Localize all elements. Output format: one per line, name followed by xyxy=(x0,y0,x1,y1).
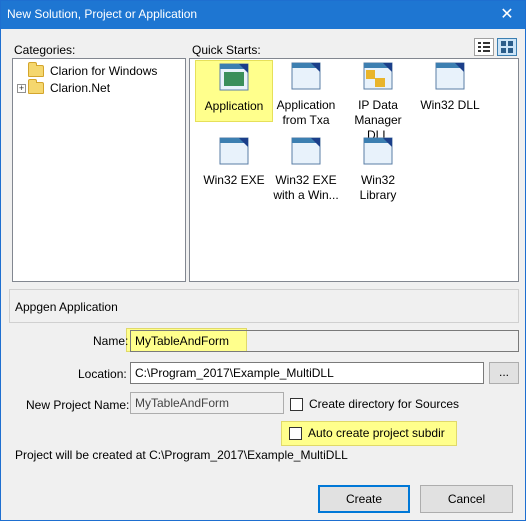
close-icon[interactable]: ✕ xyxy=(497,5,517,25)
application-icon xyxy=(217,61,251,95)
large-icons-view-icon xyxy=(501,41,513,53)
window-title: New Solution, Project or Application xyxy=(7,7,198,21)
title-bar: New Solution, Project or Application ✕ xyxy=(1,1,525,29)
location-label: Location: xyxy=(78,367,127,381)
application-icon xyxy=(289,60,323,94)
create-dir-label: Create directory for Sources xyxy=(309,397,460,411)
window-icon xyxy=(361,135,395,169)
quick-starts-label: Quick Starts: xyxy=(192,43,261,57)
create-button[interactable]: Create xyxy=(318,485,410,513)
list-view-button[interactable] xyxy=(474,38,494,56)
tree-item-label: Clarion.Net xyxy=(50,81,111,95)
dialog-window: New Solution, Project or Application ✕ C… xyxy=(0,0,526,521)
tree-item-clarion-net[interactable]: + Clarion.Net xyxy=(17,79,112,97)
tile-label: Win32 Library xyxy=(359,173,397,202)
project-name-input[interactable]: MyTableAndForm xyxy=(130,392,284,414)
ip-data-manager-icon xyxy=(361,60,395,94)
tile-ip-data-manager-dll[interactable]: IP Data Manager DLL xyxy=(339,60,417,143)
cancel-button[interactable]: Cancel xyxy=(420,485,513,513)
create-dir-checkbox[interactable] xyxy=(290,398,303,411)
quick-starts-panel: Application Application from Txa IP Data… xyxy=(189,58,519,282)
name-input[interactable]: MyTableAndForm xyxy=(130,330,519,352)
location-input[interactable]: C:\Program_2017\Example_MultiDLL xyxy=(130,362,484,384)
window-icon xyxy=(217,135,251,169)
tile-label: Win32 EXE xyxy=(203,173,265,187)
tile-application[interactable]: Application xyxy=(195,60,273,122)
auto-subdir-checkbox[interactable] xyxy=(289,427,302,440)
tree-item-label: Clarion for Windows xyxy=(50,64,158,78)
list-view-icon xyxy=(478,42,490,52)
tile-label: Win32 EXE with a Win... xyxy=(273,173,339,202)
window-icon xyxy=(433,60,467,94)
large-icons-view-button[interactable] xyxy=(497,38,517,56)
tile-label: Application from Txa xyxy=(276,98,336,127)
description-box: Appgen Application xyxy=(9,289,519,323)
window-icon xyxy=(289,135,323,169)
tile-win32-exe[interactable]: Win32 EXE xyxy=(195,135,273,188)
expand-icon[interactable]: + xyxy=(17,83,26,93)
tile-label: Application xyxy=(204,99,264,113)
browse-button[interactable]: ... xyxy=(489,362,519,384)
tree-item-clarion-for-windows[interactable]: Clarion for Windows xyxy=(28,62,159,80)
tile-label: Win32 DLL xyxy=(420,98,480,112)
categories-tree[interactable]: Clarion for Windows + Clarion.Net xyxy=(12,58,186,282)
auto-subdir-label: Auto create project subdir xyxy=(308,426,445,440)
categories-label: Categories: xyxy=(14,43,76,57)
description-text: Appgen Application xyxy=(15,300,118,314)
tile-win32-dll[interactable]: Win32 DLL xyxy=(411,60,489,113)
folder-icon xyxy=(28,79,44,94)
tile-application-from-txa[interactable]: Application from Txa xyxy=(267,60,345,128)
tile-win32-library[interactable]: Win32 Library xyxy=(339,135,417,203)
tile-win32-exe-with-window[interactable]: Win32 EXE with a Win... xyxy=(267,135,345,203)
folder-icon xyxy=(28,62,44,77)
project-path-status: Project will be created at C:\Program_20… xyxy=(15,448,348,462)
name-label: Name: xyxy=(93,334,129,348)
project-name-label: New Project Name: xyxy=(26,398,130,412)
